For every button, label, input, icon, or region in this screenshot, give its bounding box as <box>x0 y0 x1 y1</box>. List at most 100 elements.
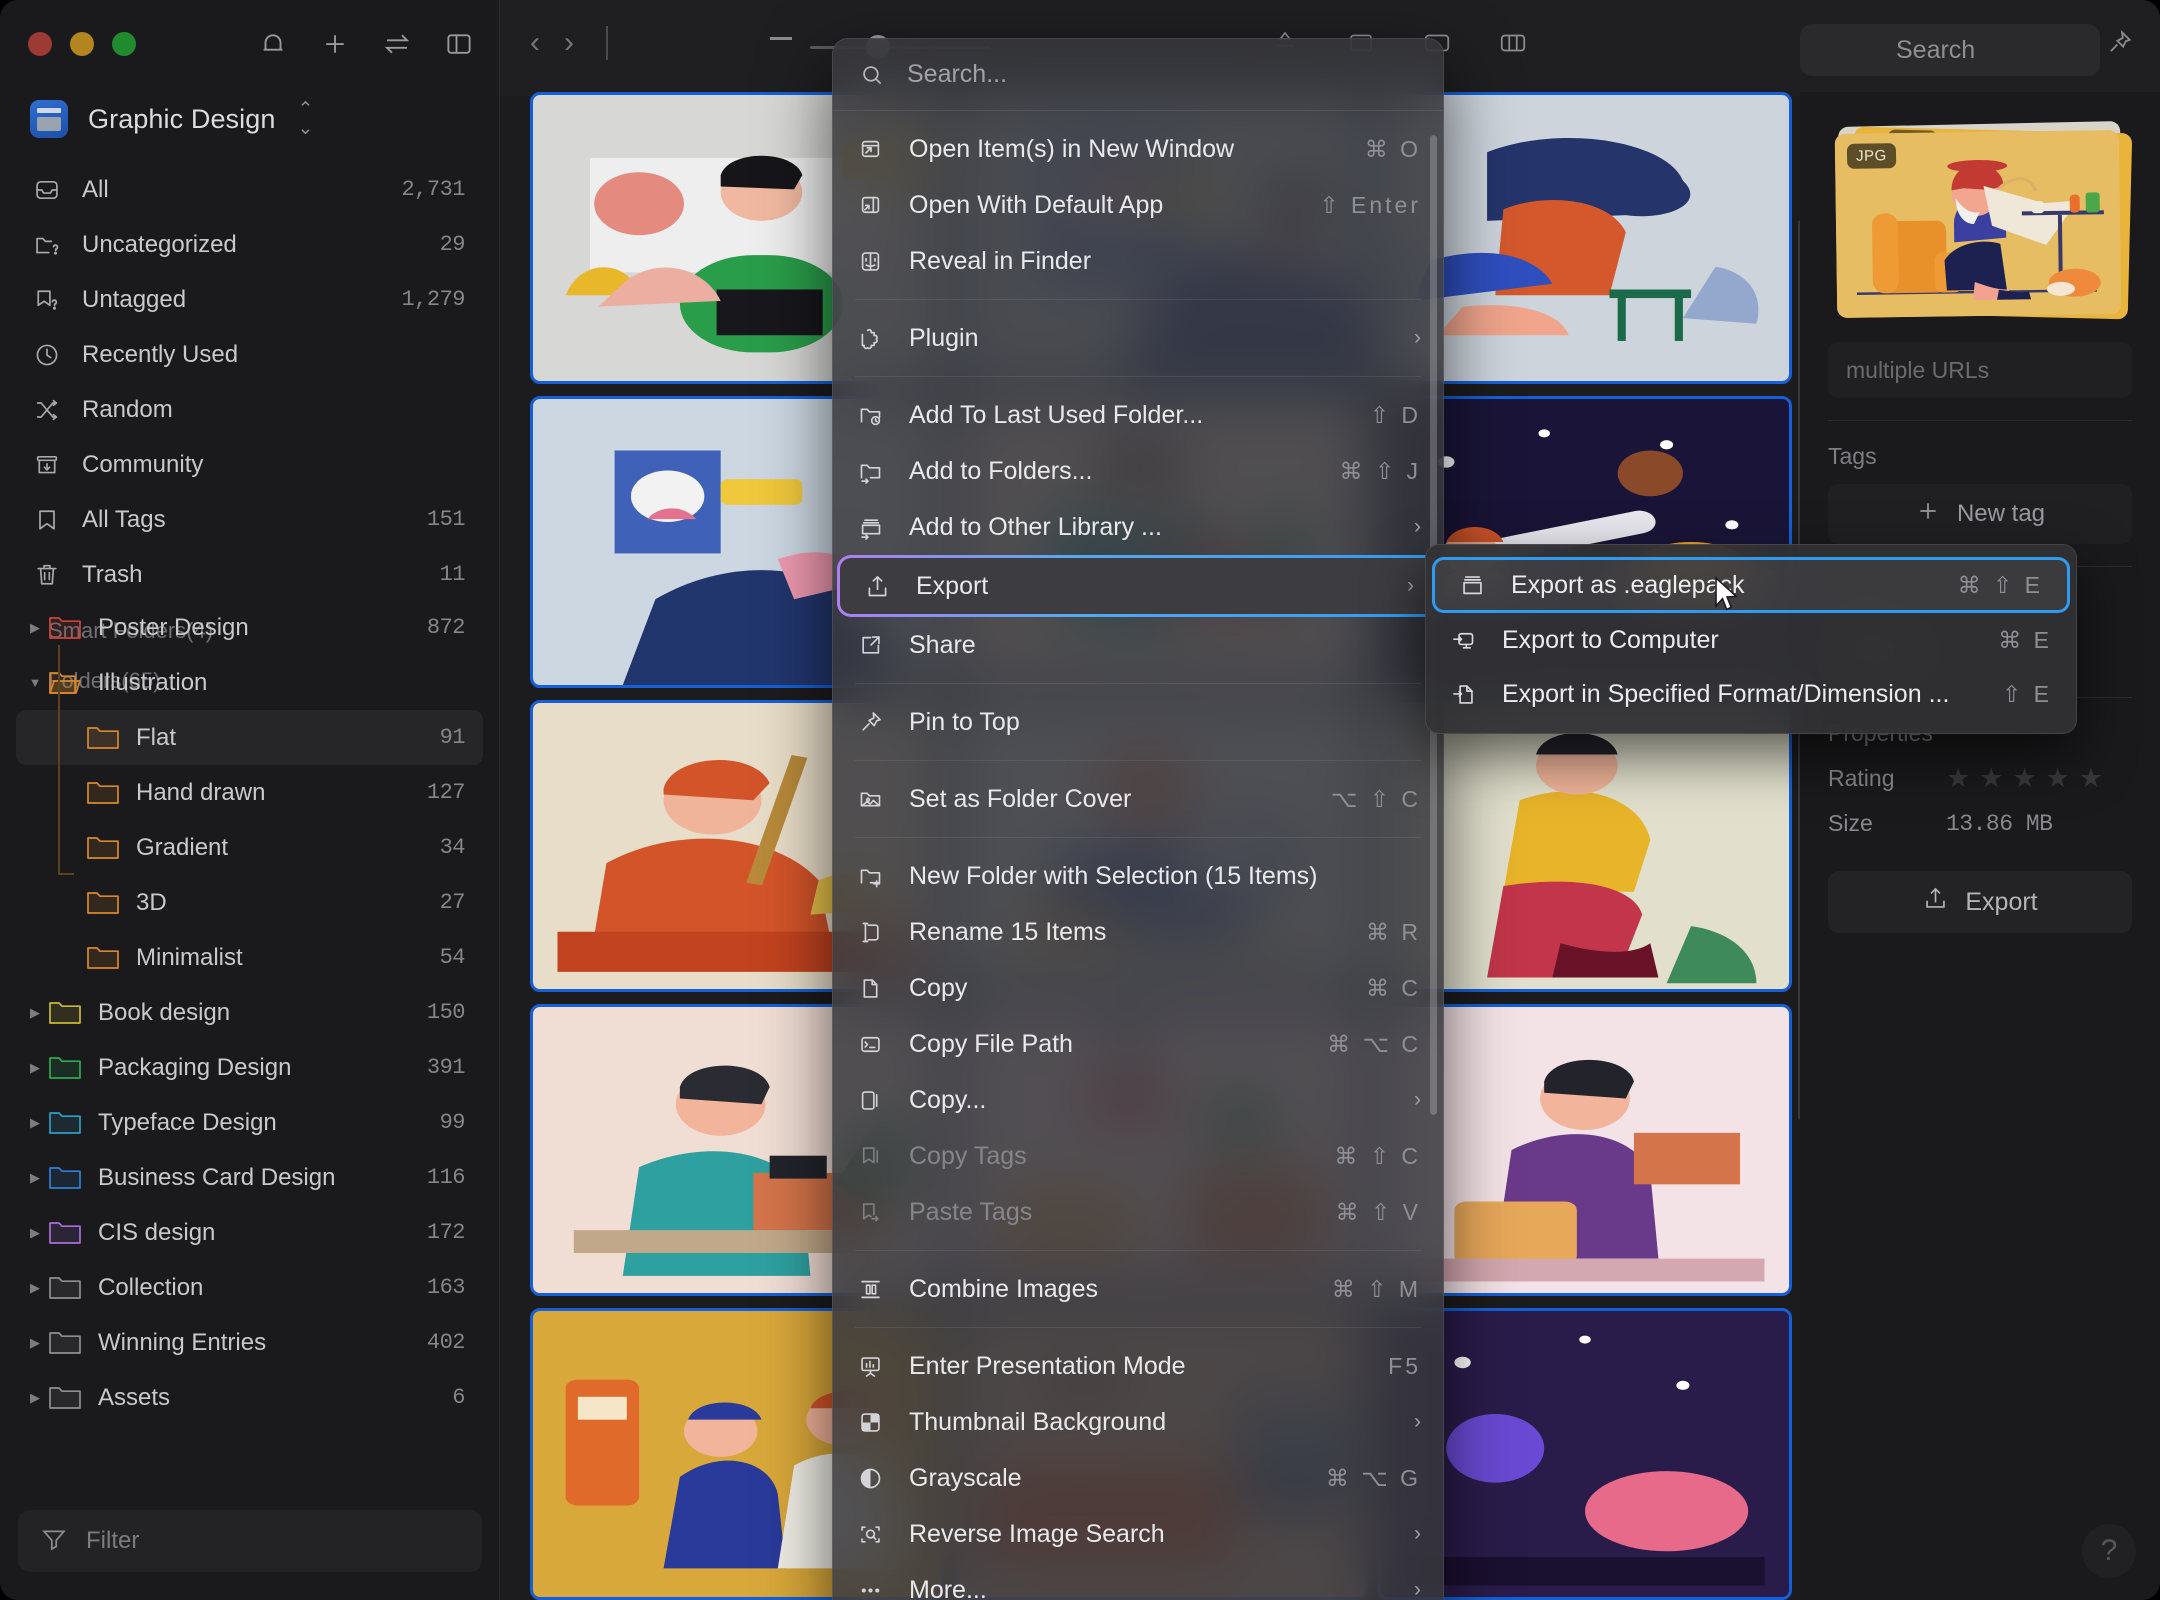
folder-item-winning-entries[interactable]: ▶ Winning Entries 402 <box>16 1315 483 1370</box>
folder-item-book-design[interactable]: ▶ Book design 150 <box>16 985 483 1040</box>
folder-item-cis-design[interactable]: ▶ CIS design 172 <box>16 1205 483 1260</box>
menu-item-label: Open Item(s) in New Window <box>909 134 1235 163</box>
twisty-closed-icon[interactable]: ▶ <box>22 1060 48 1076</box>
chevron-right-icon: › <box>1414 326 1421 349</box>
menu-item-add-to-last-used-folder[interactable]: Add To Last Used Folder... ⇧ D <box>833 387 1443 443</box>
columns-view-icon[interactable] <box>1498 28 1528 58</box>
twisty-closed-icon[interactable]: ▶ <box>22 1170 48 1186</box>
pin-icon[interactable] <box>2104 28 2134 58</box>
url-field[interactable]: multiple URLs <box>1828 342 2132 398</box>
chevron-right-icon: › <box>1414 1522 1421 1545</box>
submenu-item-export-to-computer[interactable]: Export to Computer ⌘ E <box>1426 613 2076 667</box>
new-tag-button[interactable]: New tag <box>1828 484 2132 544</box>
folder-item-illustration[interactable]: ▼ Illustration <box>16 655 483 710</box>
menu-item-rename-15-items[interactable]: Rename 15 Items ⌘ R <box>833 904 1443 960</box>
help-button[interactable]: ? <box>2082 1524 2136 1578</box>
twisty-closed-icon[interactable]: ▶ <box>22 620 48 636</box>
sidebar-item-untagged[interactable]: Untagged 1,279 <box>16 272 483 327</box>
menu-item-export[interactable]: Export › <box>840 558 1436 614</box>
zoom-window-button[interactable] <box>112 32 136 56</box>
menu-item-pin-to-top[interactable]: Pin to Top <box>833 694 1443 750</box>
context-menu-search[interactable]: Search... <box>833 39 1443 111</box>
star-icon[interactable]: ★ <box>2079 765 2103 792</box>
folder-item-typeface-design[interactable]: ▶ Typeface Design 99 <box>16 1095 483 1150</box>
sidebar-item-all[interactable]: All 2,731 <box>16 162 483 217</box>
submenu-item-export-in-specified-format-dimension[interactable]: Export in Specified Format/Dimension ...… <box>1426 667 2076 721</box>
export-icon <box>864 573 896 600</box>
twisty-closed-icon[interactable]: ▶ <box>22 1390 48 1406</box>
menu-item-copy[interactable]: Copy ⌘ C <box>833 960 1443 1016</box>
sidebar-item-uncategorized[interactable]: Uncategorized 29 <box>16 217 483 272</box>
menu-item-label: Share <box>909 630 976 659</box>
menu-item-label: More... <box>909 1575 987 1600</box>
sidebar-fade <box>0 1436 499 1482</box>
folder-item-hand-drawn[interactable]: Hand drawn 127 <box>16 765 483 820</box>
sidebar-item-label: Trash <box>82 560 143 588</box>
folder-item-minimalist[interactable]: Minimalist 54 <box>16 930 483 985</box>
folder-item-label: Poster Design <box>98 613 249 641</box>
twisty-closed-icon[interactable]: ▶ <box>22 1115 48 1131</box>
transfer-icon[interactable] <box>381 28 413 60</box>
export-submenu: Export as .eaglepack ⌘ ⇧ E Export to Compu… <box>1425 544 2077 734</box>
minimize-window-button[interactable] <box>70 32 94 56</box>
close-window-button[interactable] <box>28 32 52 56</box>
menu-item-new-folder-with-selection-15-items[interactable]: New Folder with Selection (15 Items) <box>833 848 1443 904</box>
twisty-open-icon[interactable]: ▼ <box>22 675 48 690</box>
menu-separator <box>855 683 1421 684</box>
sidebar-item-trash[interactable]: Trash 11 <box>16 547 483 602</box>
menu-item-enter-presentation-mode[interactable]: Enter Presentation Mode F5 <box>833 1338 1443 1394</box>
sidebar-item-random[interactable]: Random <box>16 382 483 437</box>
library-selector[interactable]: Graphic Design ⌃ ⌄ <box>30 100 313 138</box>
sidebar-item-all-tags[interactable]: All Tags 151 <box>16 492 483 547</box>
star-icon[interactable]: ★ <box>1979 765 2003 792</box>
sidebar-item-recently-used[interactable]: Recently Used <box>16 327 483 382</box>
preview-card-front[interactable]: JPG <box>1834 130 2122 318</box>
bell-icon[interactable] <box>257 28 289 60</box>
folder-item-label: Book design <box>98 998 231 1026</box>
menu-item-share[interactable]: Share <box>833 617 1443 673</box>
menu-item-copy-file-path[interactable]: Copy File Path ⌘ ⌥ C <box>833 1016 1443 1072</box>
star-icon[interactable]: ★ <box>2012 765 2036 792</box>
sidebar-item-label: Random <box>82 395 173 423</box>
folder-item-assets[interactable]: ▶ Assets 6 <box>16 1370 483 1425</box>
menu-item-combine-images[interactable]: Combine Images ⌘ ⇧ M <box>833 1261 1443 1317</box>
folder-item-3d[interactable]: 3D 27 <box>16 875 483 930</box>
menu-item-add-to-other-library[interactable]: Add to Other Library ... › <box>833 499 1443 555</box>
menu-item-open-with-default-app[interactable]: Open With Default App ⇧ Enter <box>833 177 1443 233</box>
rating-stars[interactable]: ★ ★ ★ ★ ★ <box>1946 765 2103 792</box>
menu-item-more[interactable]: More... › <box>833 1562 1443 1600</box>
menu-item-set-as-folder-cover[interactable]: Set as Folder Cover ⌥ ⇧ C <box>833 771 1443 827</box>
twisty-closed-icon[interactable]: ▶ <box>22 1335 48 1351</box>
star-icon[interactable]: ★ <box>1946 765 1970 792</box>
folder-item-collection[interactable]: ▶ Collection 163 <box>16 1260 483 1315</box>
menu-item-add-to-folders[interactable]: Add to Folders... ⌘ ⇧ J <box>833 443 1443 499</box>
plus-icon[interactable] <box>319 28 351 60</box>
twisty-closed-icon[interactable]: ▶ <box>22 1225 48 1241</box>
search-input[interactable]: Search <box>1800 24 2100 76</box>
folder-item-packaging-design[interactable]: ▶ Packaging Design 391 <box>16 1040 483 1095</box>
menu-item-plugin[interactable]: Plugin › <box>833 310 1443 366</box>
menu-item-thumbnail-background[interactable]: Thumbnail Background › <box>833 1394 1443 1450</box>
chevron-left-icon[interactable]: ‹ <box>530 28 540 58</box>
twisty-closed-icon[interactable]: ▶ <box>22 1280 48 1296</box>
folder-item-poster-design[interactable]: ▶ Poster Design 872 <box>16 600 483 655</box>
menu-item-reveal-in-finder[interactable]: Reveal in Finder <box>833 233 1443 289</box>
sidebar-item-community[interactable]: Community <box>16 437 483 492</box>
preview-stack: JPG JPG <box>1830 116 2133 324</box>
export-button[interactable]: Export <box>1828 871 2132 933</box>
menu-item-grayscale[interactable]: Grayscale ⌘ ⌥ G <box>833 1450 1443 1506</box>
star-icon[interactable]: ★ <box>2046 765 2070 792</box>
folder-item-gradient[interactable]: Gradient 34 <box>16 820 483 875</box>
twisty-closed-icon[interactable]: ▶ <box>22 1005 48 1021</box>
menu-item-open-item-s-in-new-window[interactable]: Open Item(s) in New Window ⌘ O <box>833 121 1443 177</box>
submenu-item-export-as-eaglepack[interactable]: Export as .eaglepack ⌘ ⇧ E <box>1435 560 2067 610</box>
trash-icon <box>30 558 64 592</box>
copy-path-icon <box>857 1031 889 1058</box>
chevron-right-icon[interactable]: › <box>564 28 574 58</box>
menu-item-copy[interactable]: Copy... › <box>833 1072 1443 1128</box>
sidebar-filter-bar[interactable]: Filter <box>18 1510 482 1572</box>
sidebar-toggle-icon[interactable] <box>443 28 475 60</box>
folder-item-business-card-design[interactable]: ▶ Business Card Design 116 <box>16 1150 483 1205</box>
menu-item-reverse-image-search[interactable]: Reverse Image Search › <box>833 1506 1443 1562</box>
folder-item-flat[interactable]: Flat 91 <box>16 710 483 765</box>
